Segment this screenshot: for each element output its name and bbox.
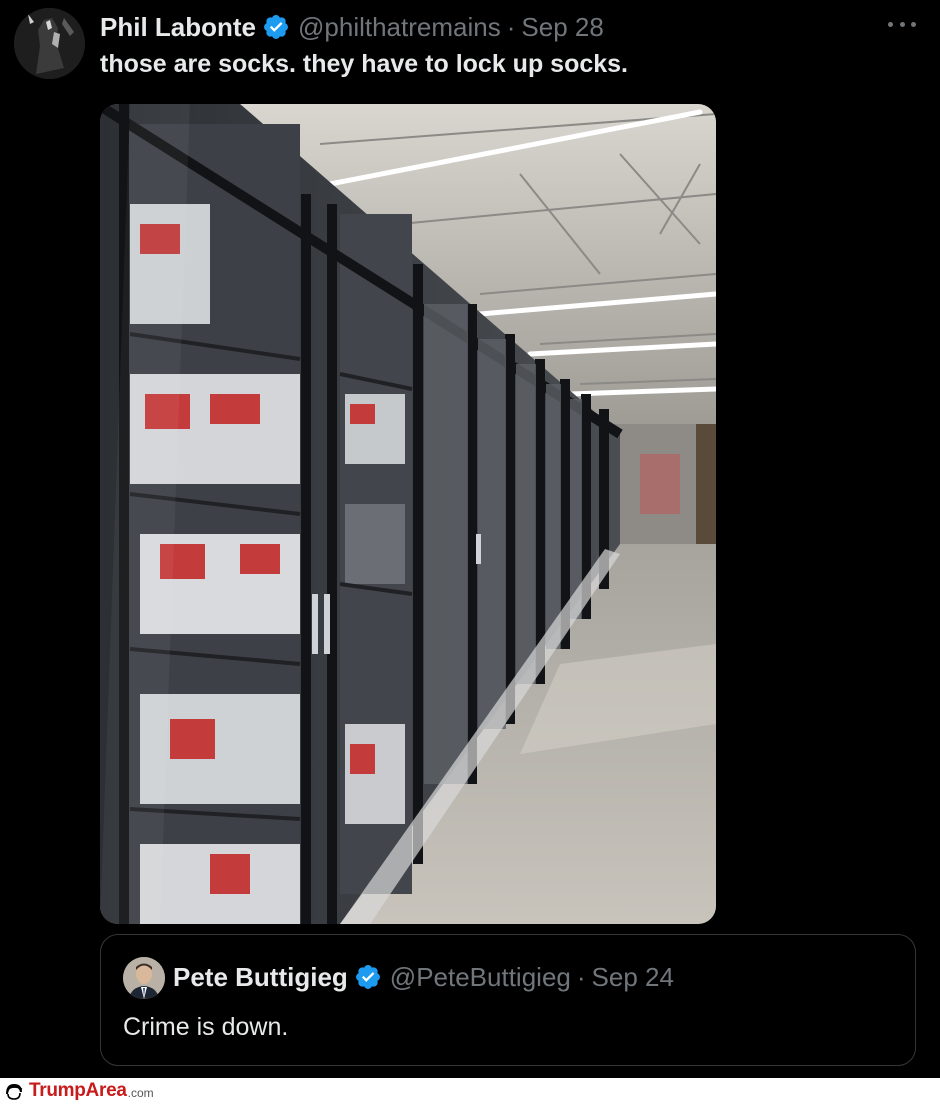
watermark-bar: TrumpArea .com — [0, 1078, 940, 1104]
separator-dot: · — [506, 11, 516, 42]
verified-badge-icon — [264, 15, 288, 39]
quoted-tweet-header: Pete Buttigieg @PeteButtigieg · Sep 24 — [173, 959, 674, 995]
tweet-date[interactable]: Sep 28 — [521, 12, 603, 43]
quoted-author-handle[interactable]: @PeteButtigieg — [390, 962, 571, 993]
brand-name: TrumpArea — [29, 1080, 127, 1101]
author-name[interactable]: Phil Labonte — [100, 12, 256, 43]
quoted-tweet[interactable]: Pete Buttigieg @PeteButtigieg · Sep 24 C… — [100, 934, 916, 1066]
quoted-author-avatar[interactable] — [123, 957, 165, 999]
quoted-author-name[interactable]: Pete Buttigieg — [173, 962, 348, 993]
tweet-text: those are socks. they have to lock up so… — [100, 50, 628, 78]
tweet-header: Phil Labonte @philthatremains · Sep 28 — [100, 10, 604, 44]
author-avatar[interactable] — [14, 8, 85, 79]
brand-logo[interactable]: TrumpArea .com — [3, 1080, 154, 1102]
brand-tld: .com — [127, 1086, 154, 1100]
verified-badge-icon — [355, 965, 380, 989]
quoted-tweet-date[interactable]: Sep 24 — [592, 962, 674, 993]
separator-dot: · — [576, 961, 586, 992]
author-handle[interactable]: @philthatremains — [298, 12, 501, 43]
trump-hair-icon — [6, 1084, 23, 1100]
tweet-photo[interactable] — [100, 104, 716, 924]
quoted-tweet-text: Crime is down. — [123, 1013, 289, 1041]
more-options-icon[interactable] — [888, 14, 916, 34]
